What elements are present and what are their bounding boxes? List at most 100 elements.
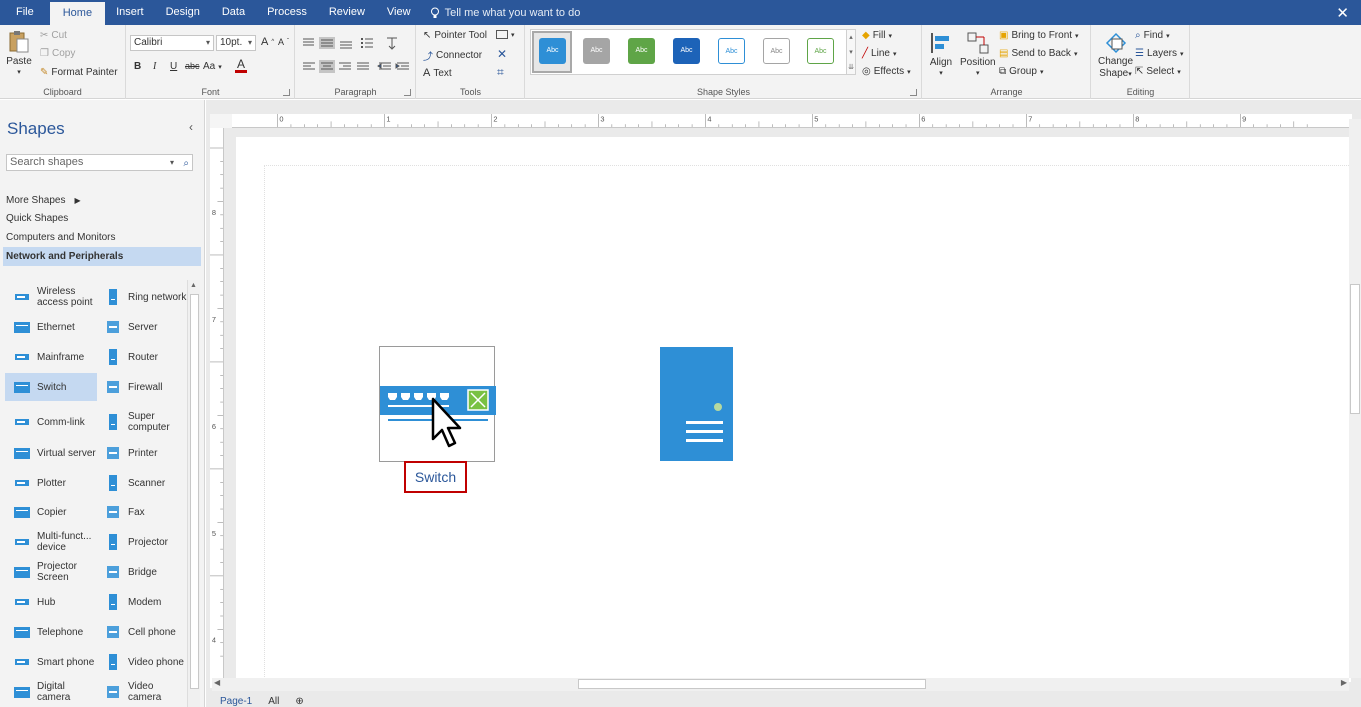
tab-data[interactable]: Data	[211, 0, 256, 25]
tell-me-box[interactable]: Tell me what you want to do	[430, 7, 580, 19]
canvas-horizontal-scrollbar[interactable]: ◀ ▶	[212, 678, 1349, 691]
canvas-hscroll-thumb[interactable]	[578, 679, 926, 689]
stencil-item-printer[interactable]: Printer	[96, 439, 188, 467]
align-top-icon[interactable]	[302, 37, 356, 49]
stencil-item-super-computer[interactable]: Super computer	[96, 408, 188, 436]
style-swatch-6[interactable]: Abc	[763, 38, 790, 64]
switch-shape-label[interactable]: Switch	[404, 461, 467, 493]
layers-button[interactable]: ☰ Layers ▾	[1135, 48, 1184, 59]
stencil-item-plotter[interactable]: Plotter	[5, 469, 97, 497]
tab-process[interactable]: Process	[256, 0, 318, 25]
crop-tool-button[interactable]: ⌗	[497, 65, 504, 80]
stencil-item-wireless-access-point[interactable]: Wireless access point	[5, 283, 97, 311]
style-swatch-5[interactable]: Abc	[718, 38, 745, 64]
scroll-left-icon[interactable]: ◀	[214, 678, 220, 687]
copy-button[interactable]: ❐ Copy	[40, 48, 75, 59]
pointer-tool-button[interactable]: ↖ Pointer Tool	[423, 30, 487, 41]
stencil-item-projector[interactable]: Projector	[96, 528, 188, 556]
stencil-item-multi-funct-device[interactable]: Multi-funct... device	[5, 528, 97, 556]
more-shapes-link[interactable]: More Shapes ▶	[6, 195, 81, 206]
stencil-item-telephone[interactable]: Telephone	[5, 618, 97, 646]
canvas-vscroll-thumb[interactable]	[1350, 284, 1360, 414]
stencil-item-firewall[interactable]: Firewall	[96, 373, 188, 401]
position-button[interactable]: Position ▾	[960, 30, 996, 77]
stencil-item-scanner[interactable]: Scanner	[96, 469, 188, 497]
stencil-item-video-camera[interactable]: Video camera	[96, 678, 188, 706]
page-tab-1[interactable]: Page-1	[220, 696, 252, 707]
bring-to-front-button[interactable]: ▣ Bring to Front ▾	[999, 30, 1079, 41]
stencil-item-bridge[interactable]: Bridge	[96, 558, 188, 586]
align-button[interactable]: Align ▾	[928, 30, 954, 77]
tab-view[interactable]: View	[376, 0, 422, 25]
line-button[interactable]: ╱ Line ▾	[862, 48, 896, 59]
add-page-icon[interactable]: ⊕	[295, 696, 303, 707]
scroll-up-icon[interactable]: ▲	[190, 282, 197, 289]
text-tool-button[interactable]: A Text	[423, 67, 452, 79]
stencil-item-router[interactable]: Router	[96, 343, 188, 371]
font-name-select[interactable]: Calibri	[130, 35, 214, 51]
tab-home[interactable]: Home	[49, 2, 106, 25]
stencil-item-projector-screen[interactable]: Projector Screen	[5, 558, 97, 586]
style-swatch-4[interactable]: Abc	[673, 38, 700, 64]
style-swatch-1[interactable]: Abc	[539, 38, 566, 64]
scroll-right-icon[interactable]: ▶	[1341, 678, 1347, 687]
stencil-item-hub[interactable]: Hub	[5, 588, 97, 616]
style-swatch-3[interactable]: Abc	[628, 38, 655, 64]
stencil-item-modem[interactable]: Modem	[96, 588, 188, 616]
switch-shape[interactable]	[379, 346, 496, 462]
search-shapes-input[interactable]: Search shapes ▾ ⌕	[6, 154, 193, 171]
bold-button[interactable]: B	[134, 61, 141, 72]
fill-button[interactable]: ◆ Fill ▾	[862, 30, 892, 41]
stencil-scroll-thumb[interactable]	[190, 294, 199, 689]
search-dropdown-icon[interactable]: ▾	[170, 155, 174, 170]
strikethrough-button[interactable]: abc	[185, 61, 200, 71]
send-to-back-button[interactable]: ▤ Send to Back ▾	[999, 48, 1077, 59]
stencil-item-mainframe[interactable]: Mainframe	[5, 343, 97, 371]
paste-button[interactable]: Paste ▾	[6, 29, 32, 76]
shape-rectangle-button[interactable]: ▾	[496, 30, 515, 39]
font-size-select[interactable]: 10pt.	[216, 35, 256, 51]
tab-review[interactable]: Review	[318, 0, 376, 25]
group-button[interactable]: ⧉ Group ▾	[999, 66, 1043, 77]
stencil-item-digital-camera[interactable]: Digital camera	[5, 678, 97, 706]
stencil-item-fax[interactable]: Fax	[96, 498, 188, 526]
stencil-item-copier[interactable]: Copier	[5, 498, 97, 526]
close-icon[interactable]: ✕	[1336, 4, 1349, 22]
stencil-item-smart-phone[interactable]: Smart phone	[5, 648, 97, 676]
font-dialog-launcher[interactable]	[283, 89, 290, 96]
all-pages-tab[interactable]: All	[268, 696, 279, 707]
format-painter-button[interactable]: ✎ Format Painter	[40, 67, 118, 78]
font-color-button[interactable]: A	[235, 58, 247, 73]
stencil-item-ethernet[interactable]: Ethernet	[5, 313, 97, 341]
tab-insert[interactable]: Insert	[105, 0, 155, 25]
bullets-icon[interactable]	[360, 36, 374, 50]
quick-shapes-link[interactable]: Quick Shapes	[6, 213, 68, 224]
shape-styles-dialog-launcher[interactable]	[910, 89, 917, 96]
stencil-item-cell-phone[interactable]: Cell phone	[96, 618, 188, 646]
italic-button[interactable]: I	[153, 61, 156, 72]
paragraph-dialog-launcher[interactable]	[404, 89, 411, 96]
stencil-item-switch[interactable]: Switch	[5, 373, 97, 401]
stencil-item-video-phone[interactable]: Video phone	[96, 648, 188, 676]
change-case-button[interactable]: Aa ▾	[203, 61, 222, 72]
cut-button[interactable]: ✂ Cut	[40, 30, 67, 41]
computers-monitors-link[interactable]: Computers and Monitors	[6, 232, 116, 243]
stencil-item-virtual-server[interactable]: Virtual server	[5, 439, 97, 467]
find-button[interactable]: ⌕ Find ▾	[1135, 30, 1170, 41]
tab-design[interactable]: Design	[155, 0, 211, 25]
stencil-item-server[interactable]: Server	[96, 313, 188, 341]
style-swatch-2[interactable]: Abc	[583, 38, 610, 64]
canvas-vertical-scrollbar[interactable]	[1349, 119, 1361, 678]
stencil-item-ring-network[interactable]: Ring network	[96, 283, 188, 311]
effects-button[interactable]: ◎ Effects ▾	[862, 66, 911, 77]
select-button[interactable]: ⇱ Select ▾	[1135, 66, 1181, 77]
underline-button[interactable]: U	[170, 61, 177, 72]
search-icon[interactable]: ⌕	[183, 156, 189, 171]
tab-file[interactable]: File	[0, 0, 50, 25]
connector-button[interactable]: ⤴ Connector	[423, 48, 482, 63]
stencil-item-comm-link[interactable]: Comm-link	[5, 408, 97, 436]
grow-font-button[interactable]: A ^	[261, 36, 274, 48]
change-shape-button[interactable]: Change Shape▾	[1098, 30, 1133, 81]
style-swatch-7[interactable]: Abc	[807, 38, 834, 64]
network-peripherals-link[interactable]: Network and Peripherals	[3, 247, 201, 266]
